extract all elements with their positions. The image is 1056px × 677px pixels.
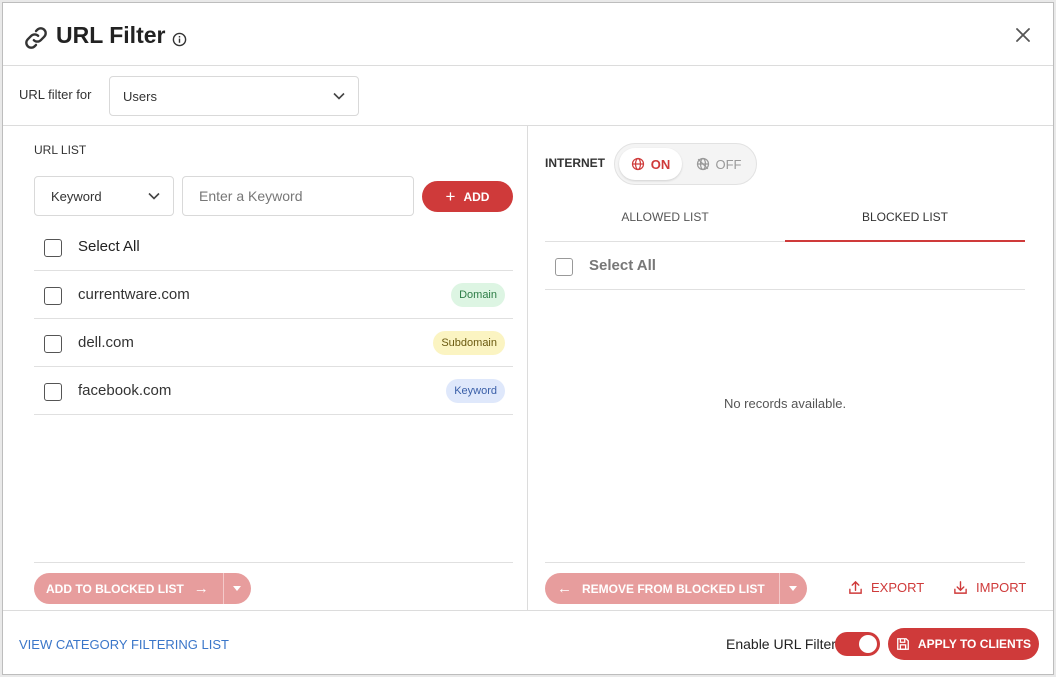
select-all-row: Select All xyxy=(34,223,513,271)
internet-label: INTERNET xyxy=(545,156,605,170)
dialog-header: URL Filter xyxy=(3,3,1053,66)
filter-for-value: Users xyxy=(123,89,157,104)
url-type-select[interactable]: Keyword xyxy=(34,176,174,216)
enable-url-filter-label: Enable URL Filter xyxy=(726,636,836,652)
url-type-value: Keyword xyxy=(51,189,102,204)
select-all-checkbox[interactable] xyxy=(44,239,62,257)
add-button[interactable]: + ADD xyxy=(422,181,513,212)
download-icon xyxy=(954,581,967,594)
close-icon[interactable] xyxy=(1015,27,1031,43)
divider xyxy=(545,562,1025,563)
type-badge: Keyword xyxy=(446,379,505,403)
globe-icon xyxy=(631,157,644,171)
internet-on-button[interactable]: ON xyxy=(619,148,682,180)
list-item-checkbox[interactable] xyxy=(44,335,62,353)
tab-allowed-list[interactable]: ALLOWED LIST xyxy=(545,196,785,242)
type-badge: Domain xyxy=(451,283,505,307)
globe-off-icon xyxy=(696,157,709,171)
dialog-footer: VIEW CATEGORY FILTERING LIST Enable URL … xyxy=(3,610,1053,676)
caret-down-icon xyxy=(789,586,798,591)
dialog-title: URL Filter xyxy=(56,22,166,48)
add-to-blocked-split-button: ADD TO BLOCKED LIST → xyxy=(34,573,251,604)
add-button-label: ADD xyxy=(463,189,490,204)
save-icon xyxy=(897,638,909,650)
internet-toggle: ON OFF xyxy=(614,143,757,185)
internet-off-button[interactable]: OFF xyxy=(687,148,750,180)
select-all-label: Select All xyxy=(78,238,140,255)
add-to-blocked-button[interactable]: ADD TO BLOCKED LIST → xyxy=(34,573,223,604)
enable-url-filter-switch[interactable] xyxy=(835,632,880,656)
info-icon[interactable] xyxy=(172,32,187,47)
switch-knob xyxy=(859,635,877,653)
blocked-list-panel: INTERNET ON OFF ALLOWED LIST BLOCKED LIS… xyxy=(528,126,1055,610)
remove-from-blocked-split-button: ← REMOVE FROM BLOCKED LIST xyxy=(545,573,807,604)
add-to-blocked-label: ADD TO BLOCKED LIST xyxy=(46,581,184,596)
url-filter-dialog: URL Filter URL filter for Users URL LIST… xyxy=(2,2,1054,675)
tab-blocked-list[interactable]: BLOCKED LIST xyxy=(785,196,1025,242)
chevron-down-icon xyxy=(333,92,345,100)
export-button[interactable]: EXPORT xyxy=(848,580,924,595)
remove-from-blocked-button[interactable]: ← REMOVE FROM BLOCKED LIST xyxy=(545,573,779,604)
arrow-left-icon: ← xyxy=(557,580,572,597)
import-label: IMPORT xyxy=(976,580,1027,595)
filter-for-row: URL filter for Users xyxy=(3,66,1053,126)
type-badge: Subdomain xyxy=(433,331,505,355)
import-button[interactable]: IMPORT xyxy=(953,580,1026,595)
list-item: facebook.com Keyword xyxy=(34,367,513,415)
add-to-blocked-dropdown[interactable] xyxy=(222,573,251,604)
upload-icon xyxy=(849,580,862,594)
apply-to-clients-label: APPLY TO CLIENTS xyxy=(917,637,1032,651)
remove-from-blocked-dropdown[interactable] xyxy=(778,573,807,604)
arrow-right-icon: → xyxy=(193,580,209,597)
caret-down-icon xyxy=(233,586,242,591)
internet-on-label: ON xyxy=(650,156,671,172)
url-list-panel: URL LIST Keyword + ADD Select All curren… xyxy=(3,126,528,610)
keyword-input[interactable] xyxy=(182,176,414,216)
apply-to-clients-button[interactable]: APPLY TO CLIENTS xyxy=(888,628,1039,660)
chevron-down-icon xyxy=(148,192,160,200)
list-item-checkbox[interactable] xyxy=(44,383,62,401)
list-item-checkbox[interactable] xyxy=(44,287,62,305)
list-item-url: dell.com xyxy=(78,334,134,351)
list-item-url: facebook.com xyxy=(78,382,172,399)
category-filtering-link[interactable]: VIEW CATEGORY FILTERING LIST xyxy=(19,637,229,652)
blocked-select-all-row: Select All xyxy=(545,242,1025,290)
list-item-url: currentware.com xyxy=(78,286,190,303)
export-label: EXPORT xyxy=(871,580,925,595)
blocked-select-all-label: Select All xyxy=(589,257,656,274)
list-item: currentware.com Domain xyxy=(34,271,513,319)
list-item: dell.com Subdomain xyxy=(34,319,513,367)
internet-off-label: OFF xyxy=(715,156,742,172)
plus-icon: + xyxy=(445,187,456,206)
filter-for-label: URL filter for xyxy=(19,87,92,102)
url-list-heading: URL LIST xyxy=(34,143,87,157)
empty-state-message: No records available. xyxy=(723,396,847,411)
filter-for-select[interactable]: Users xyxy=(109,76,359,116)
remove-from-blocked-label: REMOVE FROM BLOCKED LIST xyxy=(582,581,765,596)
link-icon xyxy=(25,27,47,49)
divider xyxy=(34,562,513,563)
blocked-select-all-checkbox[interactable] xyxy=(555,258,573,276)
